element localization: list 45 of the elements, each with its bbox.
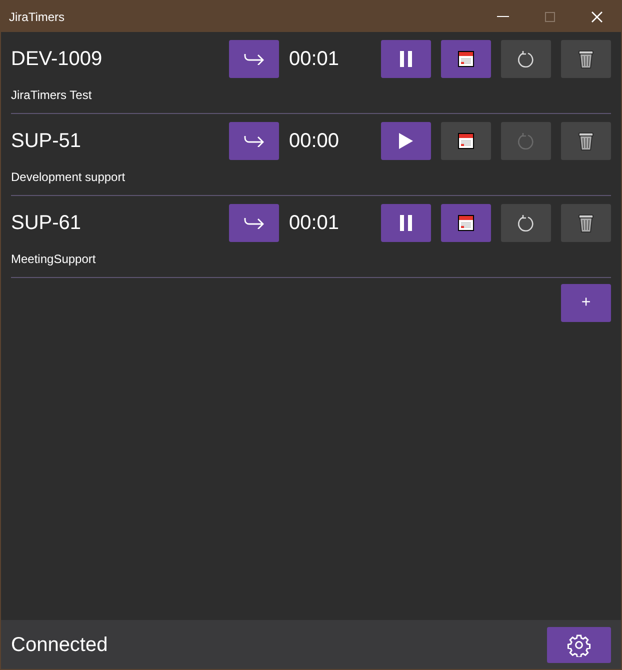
settings-icon [567,632,591,656]
minimize-icon[interactable] [497,16,509,18]
reset-button[interactable] [501,40,551,78]
delete-button[interactable] [561,204,611,242]
delete-button[interactable] [561,40,611,78]
issue-key: SUP-51 [11,126,229,156]
issue-summary: Development support [11,169,126,186]
trash-icon [578,213,594,233]
log-time-button[interactable] [441,122,491,160]
settings-button[interactable] [547,626,611,662]
log-time-button[interactable] [441,204,491,242]
pause-button[interactable] [381,204,431,242]
window-title: JiraTimers [9,8,66,26]
arrow-icon [243,217,265,229]
elapsed-time: 00:01 [289,47,340,72]
reset-button[interactable] [501,204,551,242]
issue-summary: MeetingSupport [11,251,96,268]
log-time-button[interactable] [441,40,491,78]
play-button[interactable] [381,122,431,160]
open-issue-button[interactable] [229,204,279,242]
elapsed-time: 00:00 [289,129,340,154]
pause-icon [399,215,413,231]
close-icon[interactable] [591,10,603,22]
open-issue-button[interactable] [229,40,279,78]
pause-button[interactable] [381,40,431,78]
reset-icon [517,50,535,68]
delete-button[interactable] [561,122,611,160]
issue-key: DEV-1009 [11,44,229,74]
connection-status: Connected [11,632,109,658]
calendar-icon [458,51,474,67]
add-timer-button[interactable]: + [561,284,611,322]
open-issue-button[interactable] [229,122,279,160]
reset-icon [517,214,535,232]
arrow-icon [243,135,265,147]
issue-summary: JiraTimers Test [11,87,92,104]
calendar-icon [458,133,474,149]
trash-icon [578,131,594,151]
play-icon [399,133,413,149]
pause-icon [399,51,413,67]
elapsed-time: 00:01 [289,211,340,236]
arrow-icon [243,53,265,65]
reset-icon [517,132,535,150]
trash-icon [578,49,594,69]
issue-key: SUP-61 [11,208,229,238]
calendar-icon [458,215,474,231]
